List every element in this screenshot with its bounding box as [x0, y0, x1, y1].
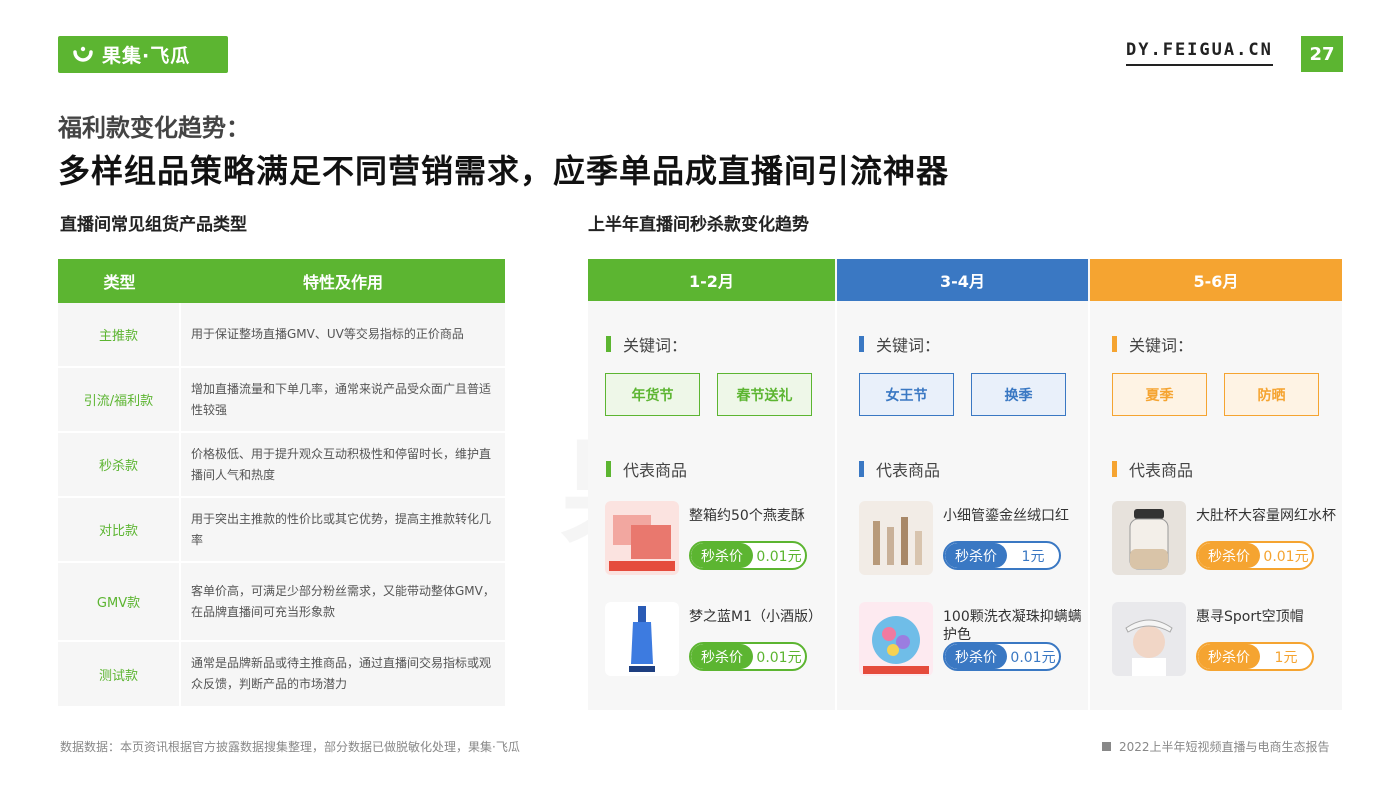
- footer-report: 2022上半年短视频直播与电商生态报告: [1102, 738, 1330, 755]
- keyword-tag: 春节送礼: [717, 373, 812, 416]
- row-type: 对比款: [58, 498, 181, 561]
- product-name: 小细管鎏金丝绒口红: [943, 508, 1069, 524]
- price-tag: 秒杀价: [1198, 543, 1260, 568]
- table-row: 主推款 用于保证整场直播GMV、UV等交易指标的正价商品: [58, 303, 505, 368]
- price-tag: 秒杀价: [945, 543, 1007, 568]
- product-label: 代表商品: [1112, 457, 1193, 481]
- keyword-label: 关键词：: [859, 332, 940, 356]
- keyword-label: 关键词：: [1112, 332, 1193, 356]
- keyword-tag: 女王节: [859, 373, 954, 416]
- table-header: 类型 特性及作用: [58, 259, 505, 303]
- price-tag: 秒杀价: [691, 543, 753, 568]
- period-header: 3-4月: [837, 259, 1088, 301]
- keyword-tag: 换季: [971, 373, 1066, 416]
- product-name: 100颗洗衣凝珠抑螨螨护色: [943, 609, 1082, 643]
- price-tag: 秒杀价: [945, 644, 1007, 669]
- logo-mark-icon: [73, 46, 93, 62]
- square-icon: [1102, 742, 1111, 751]
- row-type: 秒杀款: [58, 433, 181, 496]
- keyword-tag: 防晒: [1224, 373, 1319, 416]
- price-pill: 秒杀价 1元: [1196, 642, 1314, 671]
- table-row: GMV款 客单价高，可满足少部分粉丝需求，又能带动整体GMV，在品牌直播间可充当…: [58, 563, 505, 642]
- product-name: 整箱约50个燕麦酥: [689, 508, 805, 524]
- right-section-title: 上半年直播间秒杀款变化趋势: [588, 215, 809, 235]
- period-header: 1-2月: [588, 259, 835, 301]
- bar-icon: [1112, 461, 1117, 477]
- row-desc: 用于突出主推款的性价比或其它优势，提高主推款转化几率: [191, 511, 492, 547]
- price-pill: 秒杀价 0.01元: [689, 642, 807, 671]
- price-pill: 秒杀价 0.01元: [689, 541, 807, 570]
- period-column-1: 1-2月 关键词： 年货节 春节送礼 代表商品 整箱约50个燕麦酥 秒杀价 0.…: [588, 259, 835, 710]
- price-value: 1元: [1021, 548, 1045, 565]
- product-item[interactable]: 惠寻Sport空顶帽 秒杀价 1元: [1112, 602, 1342, 678]
- row-desc: 通常是品牌新品或待主推商品，通过直播间交易指标或观众反馈，判断产品的市场潜力: [191, 656, 492, 691]
- bar-icon: [859, 461, 864, 477]
- column-header-desc: 特性及作用: [302, 273, 383, 292]
- footer-report-title: 2022上半年短视频直播与电商生态报告: [1119, 740, 1330, 754]
- page-number: 27: [1301, 36, 1343, 72]
- product-name: 大肚杯大容量网红水杯: [1196, 508, 1336, 524]
- footer-source: 数据数据：本页资讯根据官方披露数据搜集整理，部分数据已做脱敏化处理，果集·飞瓜: [60, 740, 520, 754]
- price-value: 0.01元: [1263, 548, 1309, 565]
- product-item[interactable]: 小细管鎏金丝绒口红 秒杀价 1元: [859, 501, 1089, 577]
- price-tag: 秒杀价: [1198, 644, 1260, 669]
- price-pill: 秒杀价 1元: [943, 541, 1061, 570]
- price-pill: 秒杀价 0.01元: [943, 642, 1061, 671]
- laundry-pods-image: [859, 602, 933, 676]
- product-item[interactable]: 整箱约50个燕麦酥 秒杀价 0.01元: [605, 501, 835, 577]
- price-value: 0.01元: [756, 649, 802, 666]
- price-pill: 秒杀价 0.01元: [1196, 541, 1314, 570]
- lipstick-image: [859, 501, 933, 575]
- price-value: 0.01元: [756, 548, 802, 565]
- keyword-tag: 夏季: [1112, 373, 1207, 416]
- keyword-tag: 年货节: [605, 373, 700, 416]
- table-row: 引流/福利款 增加直播流量和下单几率，通常来说产品受众面广且普适性较强: [58, 368, 505, 433]
- page-subtitle: 福利款变化趋势：: [58, 114, 250, 142]
- logo-text: 果集·飞瓜: [102, 45, 191, 67]
- table-row: 测试款 通常是品牌新品或待主推商品，通过直播间交易指标或观众反馈，判断产品的市场…: [58, 642, 505, 706]
- bar-icon: [606, 461, 611, 477]
- product-item[interactable]: 梦之蓝M1（小酒版） 秒杀价 0.01元: [605, 602, 835, 678]
- price-value: 0.01元: [1010, 649, 1056, 666]
- left-section-title: 直播间常见组货产品类型: [60, 215, 247, 235]
- price-tag: 秒杀价: [691, 644, 753, 669]
- row-desc: 增加直播流量和下单几率，通常来说产品受众面广且普适性较强: [191, 381, 492, 417]
- bar-icon: [859, 336, 864, 352]
- flash-sale-trend-panel: 1-2月 关键词： 年货节 春节送礼 代表商品 整箱约50个燕麦酥 秒杀价 0.…: [588, 259, 1342, 710]
- product-item[interactable]: 大肚杯大容量网红水杯 秒杀价 0.01元: [1112, 501, 1342, 577]
- row-desc: 价格极低、用于提升观众互动积极性和停留时长，维护直播间人气和热度: [191, 446, 492, 482]
- row-type: 测试款: [58, 642, 181, 706]
- page-title: 多样组品策略满足不同营销需求，应季单品成直播间引流神器: [58, 152, 950, 190]
- brand-logo: 果集·飞瓜: [58, 36, 228, 73]
- oat-cookie-image: [605, 501, 679, 575]
- period-column-3: 5-6月 关键词： 夏季 防晒 代表商品 大肚杯大容量网红水杯 秒杀价 0.01…: [1090, 259, 1342, 710]
- product-type-table: 类型 特性及作用 主推款 用于保证整场直播GMV、UV等交易指标的正价商品 引流…: [58, 259, 505, 706]
- keyword-label: 关键词：: [606, 332, 687, 356]
- period-header: 5-6月: [1090, 259, 1342, 301]
- row-type: GMV款: [58, 563, 181, 640]
- column-header-type: 类型: [103, 273, 136, 292]
- product-name: 梦之蓝M1（小酒版）: [689, 609, 822, 625]
- table-row: 对比款 用于突出主推款的性价比或其它优势，提高主推款转化几率: [58, 498, 505, 563]
- row-type: 引流/福利款: [58, 368, 181, 431]
- row-type: 主推款: [58, 303, 181, 366]
- bar-icon: [1112, 336, 1117, 352]
- liquor-bottle-image: [605, 602, 679, 676]
- row-desc: 用于保证整场直播GMV、UV等交易指标的正价商品: [191, 327, 464, 341]
- product-item[interactable]: 100颗洗衣凝珠抑螨螨护色 秒杀价 0.01元: [859, 602, 1089, 678]
- water-bottle-image: [1112, 501, 1186, 575]
- site-url[interactable]: DY.FEIGUA.CN: [1126, 40, 1273, 66]
- product-label: 代表商品: [859, 457, 940, 481]
- product-name: 惠寻Sport空顶帽: [1196, 609, 1304, 625]
- row-desc: 客单价高，可满足少部分粉丝需求，又能带动整体GMV，在品牌直播间可充当形象款: [191, 583, 495, 619]
- period-column-2: 3-4月 关键词： 女王节 换季 代表商品 小细管鎏金丝绒口红 秒杀价 1元 1…: [837, 259, 1088, 710]
- bar-icon: [606, 336, 611, 352]
- price-value: 1元: [1274, 649, 1298, 666]
- product-label: 代表商品: [606, 457, 687, 481]
- sun-visor-image: [1112, 602, 1186, 676]
- table-row: 秒杀款 价格极低、用于提升观众互动积极性和停留时长，维护直播间人气和热度: [58, 433, 505, 498]
